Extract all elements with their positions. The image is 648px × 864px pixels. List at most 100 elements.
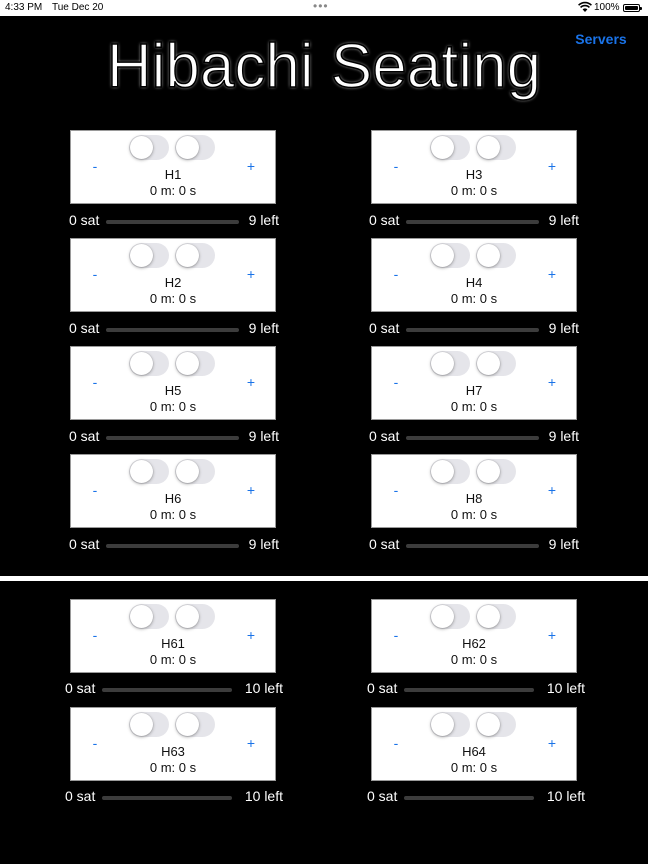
- seated-count: 0 sat: [65, 788, 96, 804]
- toggle-switch[interactable]: [175, 459, 215, 484]
- toggle-switch[interactable]: [430, 243, 470, 268]
- toggle-switch[interactable]: [175, 243, 215, 268]
- table-timer: 0 m: 0 s: [149, 183, 197, 198]
- toggle-switch[interactable]: [129, 459, 169, 484]
- seated-count: 0 sat: [369, 320, 400, 336]
- seated-count: 0 sat: [367, 680, 398, 696]
- toggle-knob: [176, 352, 199, 375]
- table-card: - + H3 0 m: 0 s: [371, 130, 577, 204]
- toggle-switch[interactable]: [476, 135, 516, 160]
- toggle-group: [430, 135, 522, 161]
- seated-count: 0 sat: [69, 536, 100, 552]
- seating-progress-row: 0 sat 9 left: [69, 536, 279, 554]
- toggle-switch[interactable]: [430, 135, 470, 160]
- table-name: H7: [465, 383, 483, 398]
- section-divider: [0, 576, 648, 581]
- status-date: Tue Dec 20: [52, 2, 104, 13]
- toggle-switch[interactable]: [430, 712, 470, 737]
- table-card: - + H63 0 m: 0 s: [70, 707, 276, 781]
- seating-progress-row: 0 sat 9 left: [369, 320, 579, 338]
- seating-progress-bar: [406, 220, 539, 224]
- toggle-group: [129, 604, 221, 630]
- battery-icon: [623, 4, 642, 12]
- seating-progress-bar: [404, 688, 534, 692]
- seats-remaining: 9 left: [548, 536, 579, 552]
- toggle-group: [129, 135, 221, 161]
- multitasking-dots-icon[interactable]: •••: [313, 0, 329, 13]
- toggle-knob: [130, 605, 153, 628]
- toggle-knob: [176, 713, 199, 736]
- toggle-switch[interactable]: [129, 135, 169, 160]
- toggle-knob: [431, 605, 454, 628]
- seats-remaining: 9 left: [248, 536, 279, 552]
- toggle-switch[interactable]: [175, 712, 215, 737]
- table-card: - + H4 0 m: 0 s: [371, 238, 577, 312]
- toggle-knob: [130, 352, 153, 375]
- toggle-switch[interactable]: [476, 459, 516, 484]
- seated-count: 0 sat: [69, 428, 100, 444]
- table-card: - + H8 0 m: 0 s: [371, 454, 577, 528]
- toggle-switch[interactable]: [430, 604, 470, 629]
- seats-remaining: 10 left: [244, 788, 283, 804]
- table-name: H5: [164, 383, 182, 398]
- toggle-switch[interactable]: [175, 604, 215, 629]
- battery-percent: 100%: [594, 2, 620, 13]
- toggle-knob: [130, 713, 153, 736]
- seats-remaining: 9 left: [248, 428, 279, 444]
- toggle-switch[interactable]: [476, 243, 516, 268]
- toggle-knob: [176, 136, 199, 159]
- toggle-switch[interactable]: [129, 604, 169, 629]
- toggle-knob: [176, 605, 199, 628]
- toggle-switch[interactable]: [175, 135, 215, 160]
- toggle-switch[interactable]: [476, 604, 516, 629]
- table-timer: 0 m: 0 s: [149, 399, 197, 414]
- seated-count: 0 sat: [65, 680, 96, 696]
- toggle-switch[interactable]: [129, 712, 169, 737]
- toggle-knob: [431, 713, 454, 736]
- table-timer: 0 m: 0 s: [450, 760, 498, 775]
- table-name: H63: [161, 744, 185, 759]
- table-timer: 0 m: 0 s: [450, 183, 498, 198]
- table-name: H64: [462, 744, 486, 759]
- wifi-icon: [578, 1, 592, 12]
- toggle-knob: [477, 713, 500, 736]
- table-card: - + H64 0 m: 0 s: [371, 707, 577, 781]
- toggle-group: [129, 712, 221, 738]
- seating-progress-row: 0 sat 9 left: [369, 428, 579, 446]
- toggle-group: [430, 604, 522, 630]
- seated-count: 0 sat: [369, 428, 400, 444]
- seating-progress-bar: [406, 436, 539, 440]
- toggle-switch[interactable]: [430, 459, 470, 484]
- toggle-knob: [431, 244, 454, 267]
- table-name: H1: [164, 167, 182, 182]
- seated-count: 0 sat: [369, 212, 400, 228]
- table-name: H3: [465, 167, 483, 182]
- seats-remaining: 9 left: [548, 320, 579, 336]
- seats-remaining: 10 left: [244, 680, 283, 696]
- seating-progress-row: 0 sat 9 left: [369, 536, 579, 554]
- toggle-knob: [477, 136, 500, 159]
- toggle-switch[interactable]: [129, 351, 169, 376]
- table-card: - + H62 0 m: 0 s: [371, 599, 577, 673]
- toggle-knob: [130, 136, 153, 159]
- page-title: Hibachi Seating: [106, 31, 542, 102]
- table-timer: 0 m: 0 s: [149, 291, 197, 306]
- seats-remaining: 9 left: [248, 320, 279, 336]
- seating-progress-bar: [406, 544, 539, 548]
- toggle-switch[interactable]: [476, 351, 516, 376]
- seating-progress-row: 0 sat 10 left: [65, 680, 283, 698]
- seating-progress-bar: [102, 688, 232, 692]
- toggle-switch[interactable]: [430, 351, 470, 376]
- table-timer: 0 m: 0 s: [149, 652, 197, 667]
- seating-progress-row: 0 sat 10 left: [65, 788, 283, 806]
- seating-progress-row: 0 sat 10 left: [367, 788, 585, 806]
- table-timer: 0 m: 0 s: [149, 760, 197, 775]
- toggle-switch[interactable]: [129, 243, 169, 268]
- table-card: - + H2 0 m: 0 s: [70, 238, 276, 312]
- toggle-switch[interactable]: [476, 712, 516, 737]
- toggle-switch[interactable]: [175, 351, 215, 376]
- table-card: - + H61 0 m: 0 s: [70, 599, 276, 673]
- table-timer: 0 m: 0 s: [450, 652, 498, 667]
- status-time: 4:33 PM: [5, 2, 43, 13]
- seated-count: 0 sat: [69, 212, 100, 228]
